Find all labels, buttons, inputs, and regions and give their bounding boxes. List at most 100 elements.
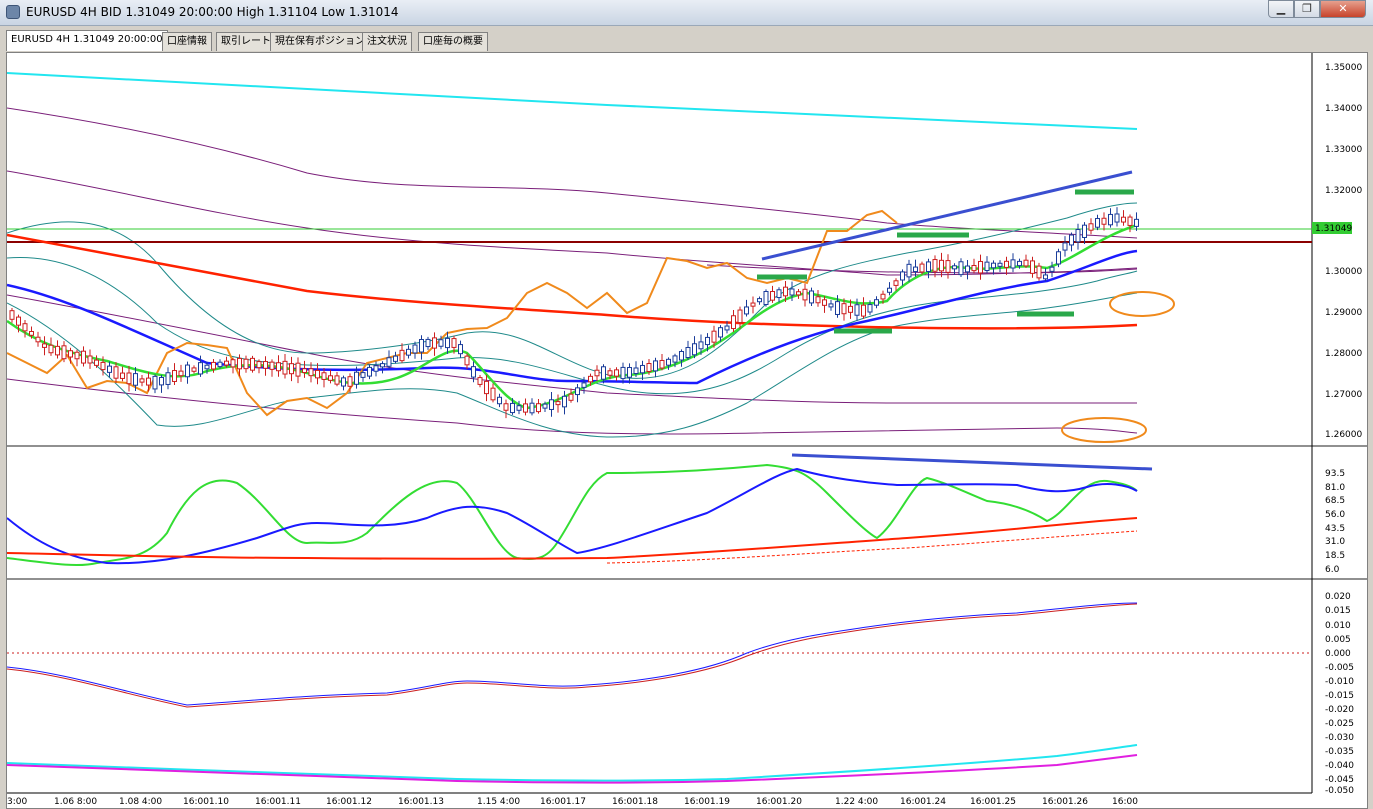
candle-body xyxy=(659,359,665,369)
cyan-indicator-line xyxy=(7,744,1138,782)
time-tick: 16:001.18 xyxy=(612,797,658,807)
candle-body xyxy=(711,330,717,343)
candle-body xyxy=(315,369,320,379)
candle-body xyxy=(1127,216,1133,226)
candle-body xyxy=(347,376,353,387)
stoch-tick: 31.0 xyxy=(1325,537,1345,547)
candle-body xyxy=(126,372,132,385)
tab-open-positions[interactable]: 現在保有ポジション xyxy=(270,32,370,51)
candle-body xyxy=(328,375,333,381)
candle-body xyxy=(87,355,93,364)
candle-body xyxy=(308,368,314,377)
close-button[interactable]: ✕ xyxy=(1320,0,1366,18)
candle-body xyxy=(854,304,860,316)
candle-body xyxy=(321,372,327,380)
candle-body xyxy=(861,304,866,317)
time-tick: 1.06 8:00 xyxy=(54,797,97,807)
candle-body xyxy=(893,280,899,286)
minimize-button[interactable]: ▁ xyxy=(1268,0,1294,18)
time-tick: 16:00 xyxy=(1112,797,1138,807)
time-tick: 16:001.17 xyxy=(540,797,586,807)
candle-body xyxy=(952,265,957,270)
candle-body xyxy=(620,366,626,380)
stoch-tick: 93.5 xyxy=(1325,469,1345,479)
red-moving-average xyxy=(7,233,1138,330)
candle-body xyxy=(224,360,229,366)
candle-body xyxy=(1017,260,1022,267)
candle-body xyxy=(919,263,925,273)
candle-body xyxy=(965,265,970,273)
purple-band-upper xyxy=(7,107,1138,239)
candle-body xyxy=(497,396,502,405)
chart-canvas[interactable]: 1.31049 1.35000 1.34000 1.33000 1.32000 … xyxy=(7,53,1367,808)
app-icon xyxy=(6,5,20,19)
candle-body xyxy=(263,361,268,369)
candle-body xyxy=(256,361,262,369)
candle-body xyxy=(958,261,964,276)
candle-body xyxy=(828,303,834,308)
candle-body xyxy=(757,298,762,303)
candle-body xyxy=(581,382,587,388)
candle-body xyxy=(802,288,808,301)
macd-tick: -0.015 xyxy=(1325,691,1354,701)
tab-chart[interactable]: EURUSD 4H 1.31049 20:00:00 xyxy=(6,30,168,51)
stoch-tick: 43.5 xyxy=(1325,524,1345,534)
candle-body xyxy=(451,338,457,348)
tab-orders[interactable]: 注文状況 xyxy=(362,32,412,51)
candle-body xyxy=(926,261,931,272)
stochastic-axis-ticks: 93.5 81.0 68.5 56.0 43.5 31.0 18.5 6.0 xyxy=(1325,469,1345,575)
candle-body xyxy=(432,337,437,349)
candle-body xyxy=(1004,260,1009,268)
candle-body xyxy=(230,359,236,368)
candle-body xyxy=(1030,260,1035,274)
candle-body xyxy=(289,363,294,375)
macd-tick: -0.045 xyxy=(1325,775,1354,785)
candle-body xyxy=(724,325,730,331)
candle-body xyxy=(731,315,736,330)
candle-body xyxy=(991,262,996,269)
candle-body xyxy=(1121,216,1126,223)
candle-body xyxy=(867,304,873,313)
candle-body xyxy=(750,302,756,307)
candle-body xyxy=(1082,224,1087,238)
candle-body xyxy=(763,291,769,305)
candle-body xyxy=(16,316,21,326)
candle-body xyxy=(458,344,463,355)
candle-body xyxy=(692,343,697,356)
candle-body xyxy=(906,263,912,278)
chart-area[interactable]: 1.31049 1.35000 1.34000 1.33000 1.32000 … xyxy=(6,52,1368,809)
purple-band-bottom xyxy=(7,378,1138,435)
price-tick: 1.34000 xyxy=(1325,104,1362,114)
candle-body xyxy=(997,262,1003,267)
time-tick: 16:001.20 xyxy=(756,797,802,807)
candle-body xyxy=(490,387,496,401)
candle-body xyxy=(601,366,606,380)
tab-rates[interactable]: 取引レート xyxy=(216,32,276,51)
tab-account-info[interactable]: 口座情報 xyxy=(162,32,212,51)
candle-body xyxy=(666,358,671,366)
candle-body xyxy=(594,369,600,377)
candle-body xyxy=(172,370,177,382)
time-tick: 16:001.19 xyxy=(684,797,730,807)
price-axis-ticks: 1.35000 1.34000 1.33000 1.32000 1.30000 … xyxy=(1325,63,1362,440)
candle-body xyxy=(822,299,827,306)
tab-account-summary[interactable]: 口座毎の概要 xyxy=(418,32,488,51)
trend-line-stochastic[interactable] xyxy=(791,453,1153,471)
candle-body xyxy=(464,355,470,366)
price-tick: 1.29000 xyxy=(1325,308,1362,318)
candle-body xyxy=(425,338,431,348)
time-tick: 1.15 4:00 xyxy=(477,797,520,807)
macd-tick: -0.010 xyxy=(1325,677,1354,687)
candle-body xyxy=(477,377,483,385)
candle-body xyxy=(1134,218,1139,227)
candle-body xyxy=(48,344,54,354)
candle-body xyxy=(880,293,886,300)
time-tick: 16:001.25 xyxy=(970,797,1016,807)
candle-body xyxy=(640,364,645,374)
candle-body xyxy=(406,348,411,356)
maximize-button[interactable]: ❐ xyxy=(1294,0,1320,18)
candle-body xyxy=(848,305,853,313)
annotation-circle[interactable] xyxy=(1109,291,1175,317)
candle-body xyxy=(484,380,489,395)
candle-body xyxy=(1049,266,1055,272)
